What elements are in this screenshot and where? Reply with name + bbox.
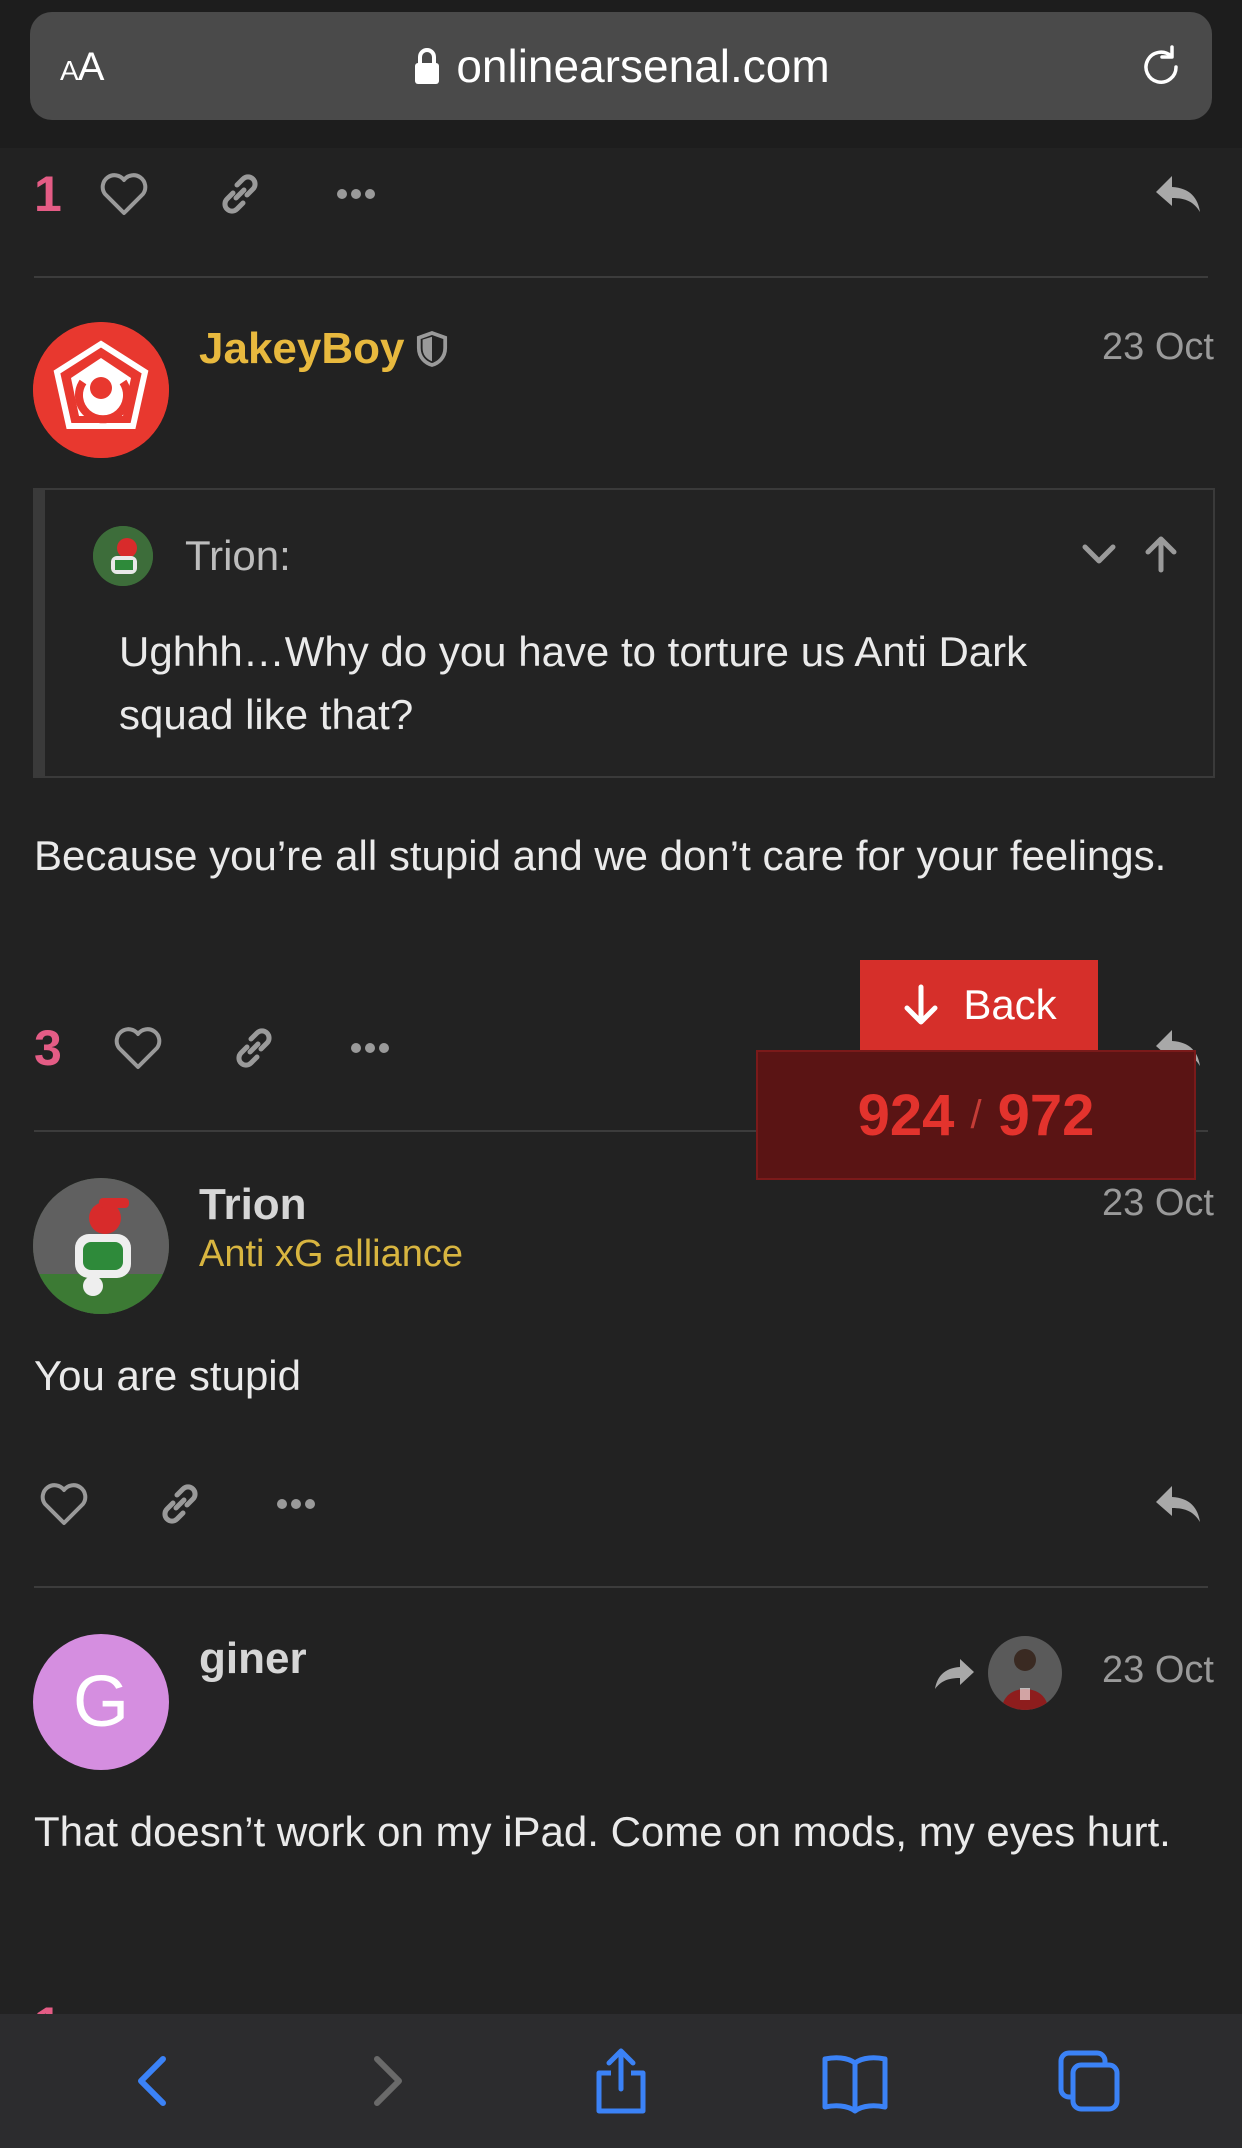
lock-icon [415,48,440,84]
post-divider [34,276,1208,278]
reply-button[interactable] [1148,164,1208,224]
url-text: onlinearsenal.com [456,40,830,92]
reply-button[interactable] [1148,1474,1208,1534]
avatar[interactable] [33,1178,169,1314]
link-icon [222,174,258,214]
post-divider [34,1586,1208,1588]
share-button[interactable] [581,2041,661,2121]
forward-icon [374,2056,402,2106]
username[interactable]: JakeyBoy [199,322,448,376]
tabs-icon [1058,2050,1120,2112]
post-date[interactable]: 23 Oct [1102,322,1214,372]
chevron-down-icon[interactable] [1077,532,1121,576]
post-actions: 1 [34,154,1208,234]
bookmarks-icon [822,2055,888,2114]
share-icon [596,2048,646,2114]
copy-link-button[interactable] [224,1018,284,1078]
username[interactable]: Trion [199,1178,307,1232]
copy-link-button[interactable] [150,1474,210,1534]
timeline-progress[interactable]: 924 / 972 [756,1050,1196,1180]
reply-to-avatar [988,1636,1062,1710]
forward-button[interactable] [347,2041,427,2121]
link-icon [162,1484,198,1524]
user-title: Anti xG alliance [199,1233,464,1275]
back-label: Back [963,981,1057,1028]
ellipsis-icon [277,1499,315,1509]
post-date[interactable]: 23 Oct [1102,1645,1214,1695]
more-button[interactable] [326,164,386,224]
quote-text: Ughhh…Why do you have to torture us Anti… [119,628,1028,738]
player-avatar-icon [988,1636,1062,1710]
moderator-shield-icon [417,331,448,367]
reply-to-indicator[interactable] [932,1636,1062,1710]
back-icon [138,2056,166,2106]
quote-controls [1077,532,1183,576]
browser-toolbar [0,2014,1242,2148]
heart-icon [40,1483,88,1525]
username[interactable]: giner [199,1632,307,1686]
like-count: 1 [34,1996,94,2014]
post-body: That doesn’t work on my iPad. Come on mo… [34,1808,1171,1855]
reply-to-arrow-icon [935,1659,974,1689]
arsenal-crest-icon [33,322,169,458]
reply-icon [1156,176,1200,212]
avatar[interactable] [33,322,169,458]
ellipsis-icon [351,1043,389,1053]
avatar-letter: G [72,1662,129,1742]
like-button[interactable] [94,164,154,224]
more-button[interactable] [266,1474,326,1534]
like-count: 1 [34,166,62,222]
arrow-up-icon[interactable] [1139,532,1183,576]
browser-address-area: AA onlinearsenal.com [0,0,1242,148]
post-actions [34,1464,1208,1544]
reply-icon [1156,1486,1200,1522]
bookmarks-button[interactable] [815,2041,895,2121]
post-actions: 1 [34,1980,1208,2014]
heart-icon [114,1027,162,1069]
current-post-number: 924 [857,1082,955,1148]
quote-avatar [93,526,153,586]
mascot-avatar-icon [93,526,153,586]
like-button[interactable] [34,1474,94,1534]
copy-link-button[interactable] [210,164,270,224]
arrow-down-icon [904,984,938,1025]
tabs-button[interactable] [1049,2041,1129,2121]
post-date[interactable]: 23 Oct [1102,1178,1214,1228]
timeline-back-button[interactable]: Back [860,960,1098,1050]
like-button[interactable] [108,1018,168,1078]
back-button[interactable] [113,2041,193,2121]
link-icon [236,1028,272,1068]
url-display[interactable]: onlinearsenal.com [30,38,1212,94]
address-bar[interactable]: AA onlinearsenal.com [30,12,1212,120]
avatar[interactable]: G [33,1634,169,1770]
mascot-avatar-icon [33,1178,169,1314]
post-body: Because you’re all stupid and we don’t c… [34,832,1167,879]
progress-separator: / [970,1092,982,1137]
quote-block: Trion: Ughhh…Why do you have to torture … [33,488,1215,778]
quote-author: Trion: [185,532,291,579]
ellipsis-icon [337,189,375,199]
reload-icon[interactable] [1136,42,1186,92]
like-count: 3 [34,1020,62,1076]
total-post-count: 972 [997,1082,1095,1148]
post-body: You are stupid [34,1352,301,1399]
more-button[interactable] [340,1018,400,1078]
heart-icon [100,173,148,215]
